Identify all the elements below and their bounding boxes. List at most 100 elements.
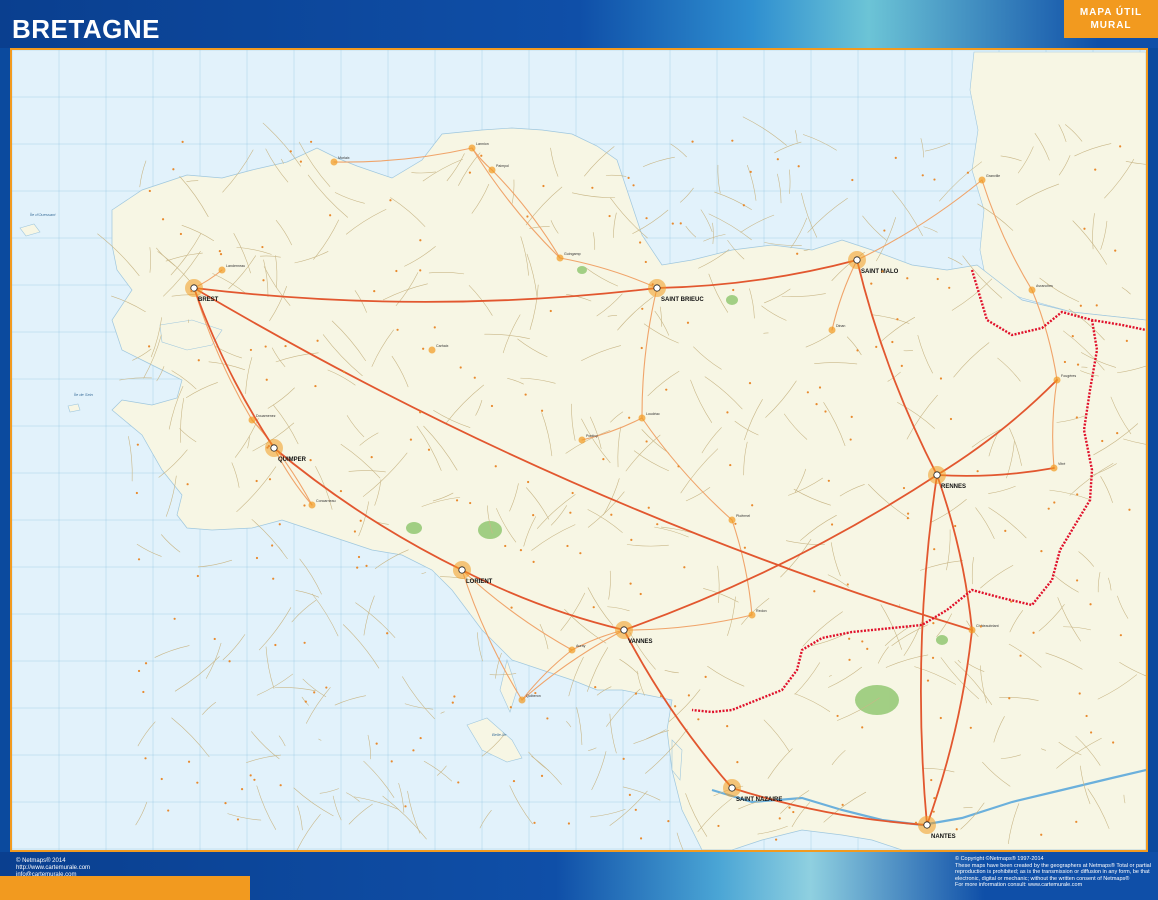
village-dot [265,378,268,381]
village-dot [931,656,935,659]
minor-road [302,678,327,698]
legal-line-5[interactable]: For more information consult: www.cartem… [955,882,1151,889]
village-dot [665,388,668,391]
village-dot [930,778,933,782]
village-dot [797,165,800,168]
village-dot [532,560,535,563]
secondary-road [856,179,983,261]
village-dot [629,582,632,585]
town-dot [968,626,976,634]
city-label: SAINT NAZAIRE [736,797,782,803]
village-dot [1047,507,1050,510]
village-dot [634,692,638,695]
village-dot [647,506,650,509]
village-dot [137,669,141,673]
minor-road [139,160,147,188]
village-dot [1094,168,1097,171]
village-dot [567,822,571,825]
village-dot [469,501,472,505]
minor-road [708,213,752,241]
village-dot [289,150,292,153]
brand-badge[interactable]: MAPA ÚTIL MURAL [1064,0,1158,38]
village-dot [395,269,398,273]
minor-road [609,790,648,826]
village-dot [370,456,373,459]
village-dot [933,796,936,800]
village-dot [1114,249,1117,252]
village-dot [1119,634,1122,637]
minor-road [202,701,217,715]
village-dot [1090,731,1093,734]
city-label: VANNES [628,639,653,645]
village-dot [412,749,415,752]
village-dot [329,214,332,217]
village-dot [1128,508,1131,511]
village-dot [427,448,431,451]
footer-legal-text: © Copyright ©Netmaps® 1997-2014 These ma… [955,856,1151,889]
village-dot [219,252,223,256]
village-dot [271,544,274,547]
village-dot [645,217,648,220]
village-dot [683,566,686,569]
minor-road [256,673,294,696]
village-dot [1076,363,1080,366]
village-dot [851,178,854,182]
town-label: Dinan [836,324,845,328]
minor-road [947,257,963,266]
village-dot [632,184,635,187]
village-dot [186,483,189,486]
town-label: Lannion [476,142,489,146]
quiberon-peninsula [499,658,518,713]
village-dot [144,757,147,760]
village-dot [356,566,359,569]
minor-road [421,572,427,574]
village-dot [697,718,700,721]
village-dot [881,270,884,273]
village-dot [732,288,735,292]
village-dot [861,640,864,643]
village-dot [602,457,605,461]
town-dot [330,158,338,166]
village-dot [316,339,319,342]
village-dot [1116,432,1119,435]
town-label: Vitré [1058,462,1065,466]
minor-road [700,209,713,232]
minor-road [440,711,445,714]
minor-road [587,747,597,751]
village-dot [571,491,574,495]
village-dot [704,675,707,678]
town-label: Fougères [1061,374,1076,378]
village-dot [671,222,674,225]
village-dot [549,309,552,313]
city-dot [270,444,278,452]
village-dot [1010,600,1013,603]
island-label: Île d'Ouessant [30,212,56,217]
village-dot [534,691,537,695]
minor-road [479,809,492,829]
village-dot [196,781,199,784]
town-marker[interactable]: Quiberon [518,694,541,704]
town-dot [568,646,576,654]
minor-road [297,805,303,831]
minor-road [222,634,246,661]
village-dot [1053,501,1056,504]
town-dot [488,166,496,174]
village-dot [389,199,392,202]
ile-d-ouessant [19,223,41,237]
map-frame[interactable]: BREST QUIMPER LORIENT VANNES SAINT BRIEUC SAI… [10,48,1148,852]
minor-road [591,751,607,791]
village-dot [948,286,951,289]
map-canvas[interactable]: BREST QUIMPER LORIENT VANNES SAINT BRIEUC SAI… [12,50,1146,850]
village-dot [261,245,264,249]
village-dot [731,139,734,142]
village-dot [504,544,507,548]
town-label: Landerneau [226,264,245,268]
village-dot [846,583,849,586]
footer-website-link[interactable]: http://www.cartemurale.com [16,865,90,872]
village-dot [390,760,393,763]
village-dot [849,438,852,441]
town-label: Avranches [1036,284,1053,288]
minor-road [609,713,617,754]
minor-road [227,813,262,821]
town-dot [518,696,526,704]
